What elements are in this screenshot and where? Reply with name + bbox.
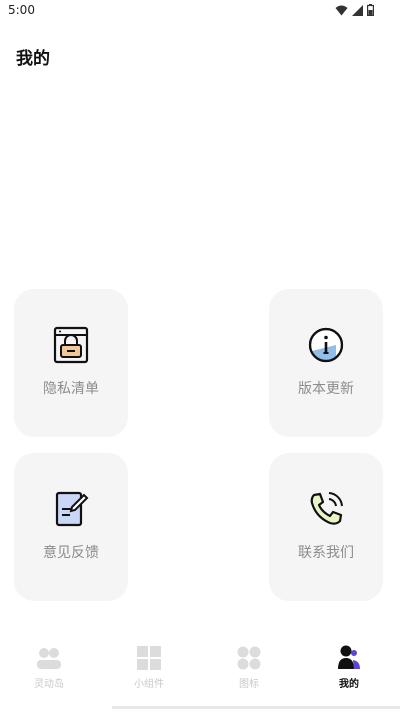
widgets-icon — [137, 646, 161, 670]
privacy-list-label: 隐私清单 — [43, 381, 99, 397]
page-title: 我的 — [16, 49, 50, 69]
phone-icon — [310, 492, 343, 525]
tab-icons[interactable]: 图标 — [209, 644, 289, 690]
bottom-tab-bar: 灵动岛 小组件 图标 我的 — [0, 630, 400, 700]
profile-icon — [338, 645, 360, 669]
feedback-label: 意见反馈 — [43, 545, 99, 561]
feedback-card[interactable]: 意见反馈 — [14, 453, 128, 601]
tab-widgets-label: 小组件 — [134, 679, 164, 690]
status-icons — [335, 4, 374, 16]
status-bar: 5:00 — [0, 0, 400, 22]
tab-widgets[interactable]: 小组件 — [109, 644, 189, 690]
battery-icon — [367, 4, 374, 16]
tab-island-label: 灵动岛 — [34, 679, 64, 690]
tab-island[interactable]: 灵动岛 — [9, 644, 89, 690]
version-update-card[interactable]: 版本更新 — [269, 289, 383, 437]
contact-us-card[interactable]: 联系我们 — [269, 453, 383, 601]
signal-icon — [352, 4, 363, 16]
version-update-label: 版本更新 — [298, 381, 354, 397]
info-icon — [308, 327, 344, 363]
island-icon — [37, 648, 61, 669]
tab-mine[interactable]: 我的 — [309, 644, 389, 690]
privacy-list-icon — [53, 326, 89, 364]
privacy-list-card[interactable]: 隐私清单 — [14, 289, 128, 437]
tab-mine-label: 我的 — [339, 679, 359, 690]
tab-icons-label: 图标 — [239, 679, 259, 690]
icons-grid-icon — [237, 646, 261, 670]
status-time: 5:00 — [8, 3, 35, 17]
feedback-icon — [55, 491, 89, 527]
gesture-bar — [112, 706, 400, 709]
contact-us-label: 联系我们 — [298, 545, 354, 561]
wifi-icon — [335, 5, 348, 15]
